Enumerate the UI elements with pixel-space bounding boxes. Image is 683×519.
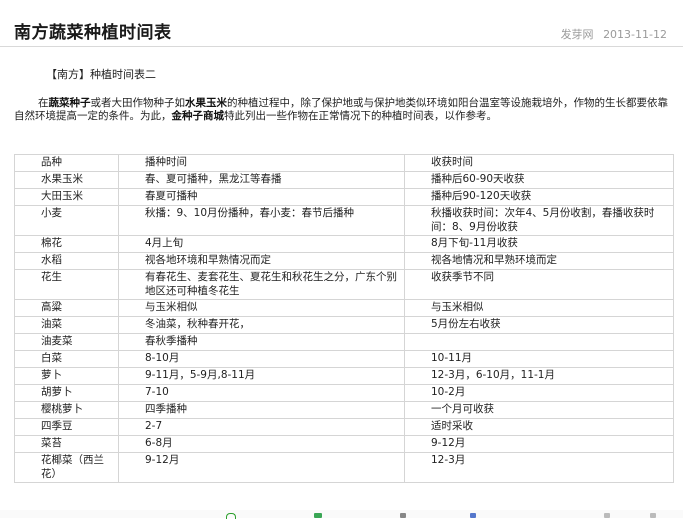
harvest-cell: 9-12月 [404,435,674,453]
fruit-corn-link[interactable]: 水果玉米 [185,97,227,109]
harvest-cell: 10-2月 [404,384,674,402]
email-icon[interactable] [470,513,476,518]
intro-text-4: 特此列出一些作物在正常情况下的种植时间表，以作参考。 [224,110,497,122]
harvest-cell: 12-3月，6-10月，11-1月 [404,367,674,385]
sowing-cell: 冬油菜，秋种春开花， [118,316,405,334]
harvest-cell: 8月下旬-11月收获 [404,235,674,253]
seed-mall-link[interactable]: 金种子商城 [172,110,225,122]
variety-cell: 萝卜 [14,367,119,385]
table-row: 花椰菜（西兰花） 9-12月 12-3月 [14,452,674,483]
table-row: 油麦菜 春秋季播种 [14,333,674,351]
table-row: 白菜 8-10月 10-11月 [14,350,674,368]
sowing-cell: 4月上旬 [118,235,405,253]
vegetable-seeds-link[interactable]: 蔬菜种子 [49,97,91,109]
harvest-cell: 5月份左右收获 [404,316,674,334]
header-sowing-time: 播种时间 [118,154,405,172]
sowing-cell: 有春花生、麦套花生、夏花生和秋花生之分，广东个别地区还可种植冬花生 [118,269,405,300]
sowing-cell: 9-11月，5-9月,8-11月 [118,367,405,385]
sowing-cell: 春、夏可播种，黑龙江等春播 [118,171,405,189]
variety-cell: 大田玉米 [14,188,119,206]
table-row: 四季豆 2-7 适时采收 [14,418,674,436]
section-subheading: 【南方】种植时间表二 [46,68,156,81]
table-row: 胡萝卜 7-10 10-2月 [14,384,674,402]
article-meta: 发芽网 2013-11-12 [555,26,667,42]
harvest-cell: 与玉米相似 [404,299,674,317]
table-row: 油菜 冬油菜，秋种春开花， 5月份左右收获 [14,316,674,334]
table-row: 小麦 秋播：9、10月份播种，春小麦：春节后播种 秋播收获时间：次年4、5月份收… [14,205,674,236]
sowing-cell: 春秋季播种 [118,333,405,351]
sowing-cell: 6-8月 [118,435,405,453]
sowing-cell: 视各地环境和早熟情况而定 [118,252,405,270]
table-row: 水稻 视各地环境和早熟情况而定 视各地情况和早熟环境而定 [14,252,674,270]
harvest-cell [404,333,674,351]
share-icon[interactable] [226,513,236,519]
header-variety: 品种 [14,154,119,172]
variety-cell: 四季豆 [14,418,119,436]
print-icon[interactable] [400,513,406,518]
harvest-cell: 收获季节不同 [404,269,674,300]
variety-cell: 油麦菜 [14,333,119,351]
intro-paragraph: 在蔬菜种子或者大田作物种子如水果玉米的种植过程中，除了保护地或与保护地类似环境如… [14,97,672,123]
article-header: 南方蔬菜种植时间表 发芽网 2013-11-12 [0,0,683,47]
harvest-cell: 12-3月 [404,452,674,483]
table-row: 萝卜 9-11月，5-9月,8-11月 12-3月，6-10月，11-1月 [14,367,674,385]
article-title: 南方蔬菜种植时间表 [14,23,172,43]
variety-cell: 小麦 [14,205,119,236]
variety-cell: 菜苔 [14,435,119,453]
sowing-cell: 7-10 [118,384,405,402]
variety-cell: 高粱 [14,299,119,317]
intro-text-1: 在 [38,97,49,109]
harvest-cell: 视各地情况和早熟环境而定 [404,252,674,270]
table-row: 棉花 4月上旬 8月下旬-11月收获 [14,235,674,253]
comment-icon[interactable] [604,513,610,518]
sowing-cell: 春夏可播种 [118,188,405,206]
sowing-cell: 8-10月 [118,350,405,368]
harvest-cell: 播种后60-90天收获 [404,171,674,189]
variety-cell: 花生 [14,269,119,300]
variety-cell: 棉花 [14,235,119,253]
variety-cell: 樱桃萝卜 [14,401,119,419]
table-row: 高粱 与玉米相似 与玉米相似 [14,299,674,317]
bottom-toolbar [0,510,683,519]
harvest-cell: 一个月可收获 [404,401,674,419]
harvest-cell: 适时采收 [404,418,674,436]
harvest-cell: 10-11月 [404,350,674,368]
header-harvest-time: 收获时间 [404,154,674,172]
intro-text-2: 或者大田作物种子如 [90,97,186,109]
harvest-cell: 秋播收获时间：次年4、5月份收割，春播收获时间：8、9月份收获 [404,205,674,236]
sowing-cell: 秋播：9、10月份播种，春小麦：春节后播种 [118,205,405,236]
harvest-cell: 播种后90-120天收获 [404,188,674,206]
sowing-cell: 9-12月 [118,452,405,483]
table-row: 大田玉米 春夏可播种 播种后90-120天收获 [14,188,674,206]
variety-cell: 水果玉米 [14,171,119,189]
sowing-cell: 2-7 [118,418,405,436]
variety-cell: 油菜 [14,316,119,334]
up-arrow-icon[interactable] [650,513,656,518]
sowing-cell: 四季播种 [118,401,405,419]
table-row: 花生 有春花生、麦套花生、夏花生和秋花生之分，广东个别地区还可种植冬花生 收获季… [14,269,674,300]
publish-date: 2013-11-12 [603,28,667,41]
variety-cell: 花椰菜（西兰花） [14,452,119,483]
table-row: 樱桃萝卜 四季播种 一个月可收获 [14,401,674,419]
sowing-cell: 与玉米相似 [118,299,405,317]
table-row: 菜苔 6-8月 9-12月 [14,435,674,453]
table-row: 水果玉米 春、夏可播种，黑龙江等春播 播种后60-90天收获 [14,171,674,189]
table-header-row: 品种 播种时间 收获时间 [14,154,674,172]
variety-cell: 胡萝卜 [14,384,119,402]
variety-cell: 白菜 [14,350,119,368]
source-link[interactable]: 发芽网 [561,28,594,41]
planting-schedule-table: 品种 播种时间 收获时间 水果玉米 春、夏可播种，黑龙江等春播 播种后60-90… [14,154,674,483]
variety-cell: 水稻 [14,252,119,270]
bookmark-icon[interactable] [314,513,322,518]
